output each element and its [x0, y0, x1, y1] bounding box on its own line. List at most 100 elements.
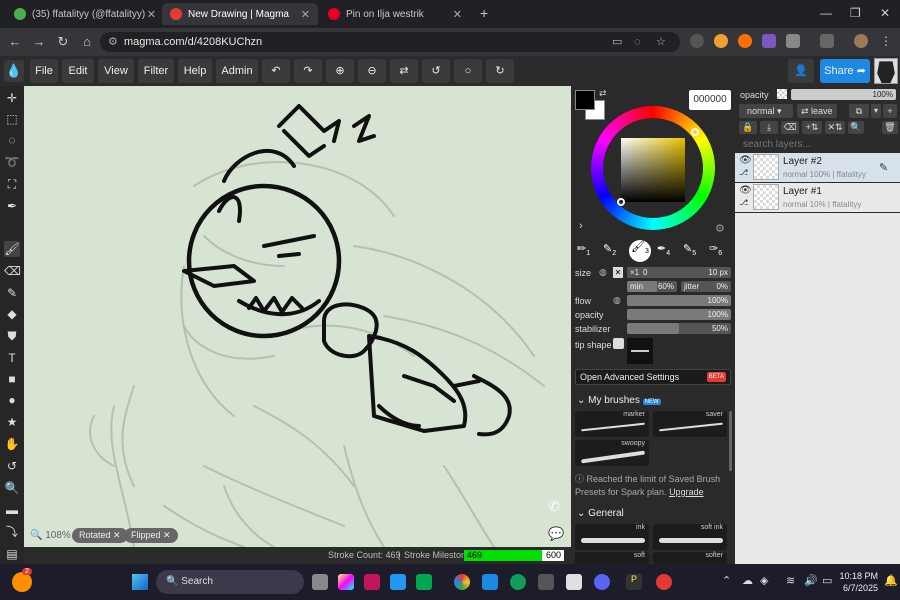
close-icon[interactable]: ✕ — [453, 8, 462, 21]
upgrade-link[interactable]: Upgrade — [669, 487, 704, 497]
opera-icon[interactable] — [656, 574, 672, 590]
new-layer-icon[interactable]: + — [883, 104, 897, 118]
zoom-tool-icon[interactable]: 🔍 — [4, 480, 20, 496]
tab-magma[interactable]: New Drawing | Magma ✕ — [162, 3, 318, 25]
eraser-icon[interactable]: ⌫ — [4, 263, 21, 279]
layer-opacity-slider[interactable]: 100% — [791, 89, 896, 100]
share-button[interactable]: Share ➦ — [820, 59, 870, 83]
app-icon[interactable] — [416, 574, 432, 590]
layer-row[interactable]: 👁 ⎇ Layer #1 normal 10% | ffatalityy — [735, 183, 900, 212]
tip-shape-checkbox[interactable] — [613, 338, 624, 349]
search-layers-input[interactable] — [739, 137, 897, 151]
menu-file[interactable]: File — [30, 59, 58, 83]
menu-admin[interactable]: Admin — [216, 59, 258, 83]
bookmark-star-icon[interactable]: ☆ — [656, 32, 666, 52]
brush-icon[interactable]: 🖌 — [4, 241, 20, 257]
copilot-icon[interactable] — [338, 574, 354, 590]
hand-tool-icon[interactable]: ✋ — [4, 436, 20, 452]
app-icon[interactable] — [364, 574, 380, 590]
tab-twitter[interactable]: (35) ffatalityy (@ffatalityy) - Ga ✕ — [6, 3, 164, 25]
pressure-icon[interactable]: ◍ — [613, 295, 621, 306]
visibility-eye-icon[interactable]: 👁 — [739, 155, 752, 166]
rectangle-tool-icon[interactable]: ■ — [4, 371, 20, 387]
lock-icon[interactable]: 🔒 — [739, 121, 757, 134]
marquee-select-icon[interactable]: ⬚ — [4, 111, 20, 127]
extension-icon[interactable] — [690, 34, 704, 48]
shape-tool-icon[interactable]: ★ — [4, 414, 20, 430]
brushes-scrollbar[interactable] — [729, 411, 732, 471]
rotate-left-icon[interactable]: ↺ — [422, 59, 450, 83]
brush-slot-5-icon[interactable]: ✎5 — [683, 242, 703, 262]
extension-icon[interactable] — [762, 34, 776, 48]
layer-menu-chevron-icon[interactable]: ▾ — [871, 104, 881, 118]
swap-colors-icon[interactable]: ⇄ — [599, 88, 607, 99]
notifications-bell-icon[interactable]: 🔔 — [884, 574, 898, 587]
new-tab-button[interactable]: + — [480, 5, 488, 21]
transform-icon[interactable]: ⛶ — [4, 176, 20, 192]
profile-avatar[interactable] — [854, 34, 868, 48]
tab-pinterest[interactable]: Pin on Ilja westrik ✕ — [320, 3, 470, 25]
maximize-button[interactable]: ❐ — [850, 6, 861, 20]
lasso-icon[interactable]: ➰ — [4, 154, 20, 170]
start-windows-icon[interactable] — [132, 574, 148, 590]
minimize-button[interactable]: — — [820, 6, 832, 20]
site-info-icon[interactable]: ⚙ — [108, 32, 118, 52]
onedrive-icon[interactable]: ☁ — [742, 574, 753, 587]
move-tool-icon[interactable]: ✛ — [4, 90, 20, 106]
brush-preset-softer[interactable]: softer — [653, 552, 727, 564]
battery-icon[interactable]: ▭ — [822, 574, 832, 587]
extension-icon[interactable] — [714, 34, 728, 48]
tip-shape-preview[interactable] — [627, 338, 653, 364]
forward-arrow-icon[interactable]: → — [30, 33, 48, 51]
bucket-gesture-icon[interactable]: ⤵ — [4, 524, 20, 540]
task-view-icon[interactable] — [312, 574, 328, 590]
menu-view[interactable]: View — [98, 59, 134, 83]
flipped-chip[interactable]: Flipped ✕ — [124, 528, 178, 543]
search-icon[interactable]: 🔍 — [848, 121, 864, 134]
home-icon[interactable]: ⌂ — [78, 33, 96, 51]
undo-icon[interactable]: ↶ — [262, 59, 290, 83]
pressure-icon[interactable]: ◍ — [599, 267, 607, 278]
clock[interactable]: 10:18 PM 6/7/2025 — [838, 570, 878, 594]
drawing-canvas[interactable]: 🔍 108% Rotated ✕ Flipped ✕ ✆ 💬 — [24, 86, 571, 547]
merge-down-icon[interactable]: ⤓ — [760, 121, 778, 134]
reset-rotation-icon[interactable]: ○ — [454, 59, 482, 83]
notepad-icon[interactable] — [482, 574, 498, 590]
brush-preset-soft[interactable]: soft — [575, 552, 649, 564]
call-icon[interactable]: ✆ — [548, 498, 560, 515]
size-slider[interactable]: ×1 0 10 px — [627, 267, 731, 278]
discord-icon[interactable] — [594, 574, 610, 590]
tray-chevron-icon[interactable]: ⌃ — [722, 574, 731, 587]
zoom-out-icon[interactable]: ⊖ — [358, 59, 386, 83]
my-brushes-header[interactable]: ⌄ My brushes NEW — [577, 395, 661, 406]
opacity-slider[interactable]: 100% — [627, 309, 731, 320]
brush-preset-soft-ink[interactable]: soft ink — [653, 524, 727, 550]
brush-preset-marker[interactable]: marker — [575, 411, 649, 437]
brush-slot-2-icon[interactable]: ✎2 — [603, 242, 623, 262]
size-pressure-toggle[interactable]: ✕ — [613, 267, 623, 278]
app-icon[interactable] — [566, 574, 582, 590]
rotated-chip[interactable]: Rotated ✕ — [72, 528, 128, 543]
color-settings-gear-icon[interactable]: ⚙ — [715, 222, 725, 235]
kebab-menu-icon[interactable]: ⋮ — [880, 34, 892, 48]
zoom-in-icon[interactable]: ⊕ — [326, 59, 354, 83]
tab-search-icon[interactable] — [820, 34, 834, 48]
magma-logo-icon[interactable]: 💧 — [4, 60, 24, 82]
tray-app-icon[interactable]: ◈ — [760, 574, 768, 587]
blend-mode-select[interactable]: normal ▾ — [739, 104, 793, 118]
back-arrow-icon[interactable]: ← — [6, 33, 24, 51]
redo-icon[interactable]: ↷ — [294, 59, 322, 83]
menu-filter[interactable]: Filter — [138, 59, 174, 83]
visibility-eye-icon[interactable]: 👁 — [739, 185, 752, 196]
fill-bucket-icon[interactable]: ◆ — [4, 306, 20, 322]
extension-icon[interactable] — [738, 34, 752, 48]
brush-preset-saver[interactable]: saver — [653, 411, 727, 437]
film-icon[interactable]: ▤ — [4, 546, 20, 562]
stamp-icon[interactable]: ⛊ — [4, 328, 20, 344]
menu-help[interactable]: Help — [178, 59, 212, 83]
collapse-layers-icon[interactable]: ✕⇅ — [825, 121, 845, 134]
cast-icon[interactable]: ▭ — [612, 32, 622, 52]
clip-icon[interactable]: ⎇ — [739, 198, 748, 207]
open-advanced-settings-button[interactable]: Open Advanced Settings BETA — [575, 369, 731, 385]
app-icon[interactable] — [538, 574, 554, 590]
